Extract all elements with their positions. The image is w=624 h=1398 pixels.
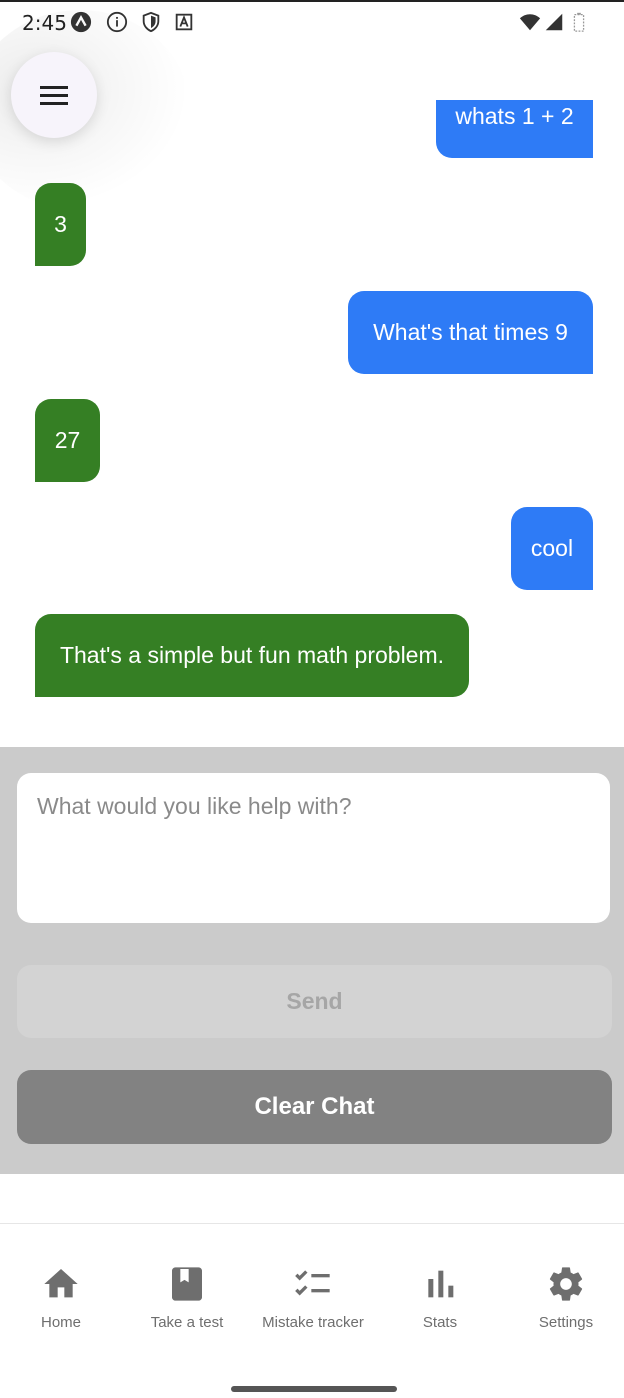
nav-label: Home <box>40 1314 81 1331</box>
nav-item-settings[interactable]: Settings <box>501 1264 624 1331</box>
assistant-message: 27 <box>35 399 100 482</box>
nav-item-take-a-test[interactable]: Take a test <box>122 1264 252 1331</box>
gear-icon <box>549 1267 583 1301</box>
message-input[interactable] <box>17 773 610 923</box>
a-box-icon <box>173 11 195 33</box>
home-icon <box>44 1269 78 1298</box>
menu-button[interactable] <box>11 52 97 138</box>
assistant-message: 3 <box>35 183 86 266</box>
book-icon <box>172 1267 202 1301</box>
user-message: cool <box>511 507 593 590</box>
nav-item-mistake-tracker[interactable]: Mistake tracker <box>248 1264 378 1331</box>
signal-icon <box>543 11 565 33</box>
bar-chart-icon <box>428 1270 454 1298</box>
assistant-message: That's a simple but fun math problem. <box>35 614 469 697</box>
nav-label: Settings <box>538 1314 594 1331</box>
nav-item-stats[interactable]: Stats <box>375 1264 505 1331</box>
nav-label: Take a test <box>150 1314 224 1331</box>
nav-item-home[interactable]: Home <box>0 1264 126 1331</box>
battery-icon <box>568 11 590 33</box>
user-message: What's that times 9 <box>348 291 593 374</box>
bottom-navigation: Home Take a test Mistake tracker Stats S… <box>0 1223 624 1398</box>
user-message: whats 1 + 2 <box>436 100 593 158</box>
nav-label: Stats <box>422 1314 458 1331</box>
clear-chat-button[interactable]: Clear Chat <box>17 1070 612 1144</box>
gesture-navigation-bar[interactable] <box>231 1386 397 1392</box>
wifi-icon <box>519 11 541 33</box>
send-button[interactable]: Send <box>17 965 612 1038</box>
hamburger-menu-icon <box>40 86 68 105</box>
checklist-icon <box>295 1270 330 1296</box>
nav-label: Mistake tracker <box>262 1314 364 1331</box>
composer-panel: Send Clear Chat <box>0 747 624 1174</box>
